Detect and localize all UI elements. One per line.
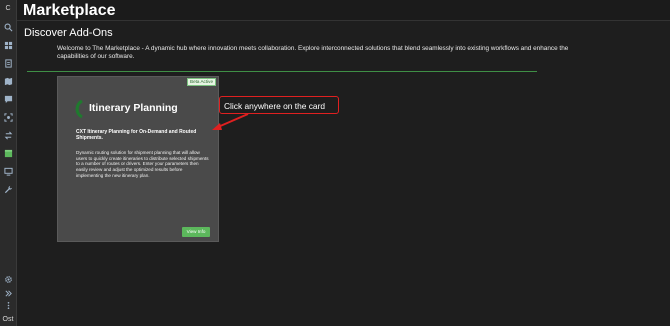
dashboard-icon[interactable] xyxy=(2,40,14,50)
card-description: Dynamic routing solution for shipment pl… xyxy=(76,150,209,178)
card-title: Itinerary Planning xyxy=(89,102,178,114)
status-badge: Beta Active xyxy=(187,78,216,86)
wrench-icon[interactable] xyxy=(2,184,14,194)
more-vertical-icon[interactable] xyxy=(2,300,14,310)
transfer-icon[interactable] xyxy=(2,130,14,140)
gear-icon[interactable] xyxy=(2,274,14,284)
message-icon[interactable] xyxy=(2,94,14,104)
document-icon[interactable] xyxy=(2,58,14,68)
view-info-button[interactable]: View Info xyxy=(182,227,210,237)
user-label-text: Ost xyxy=(2,315,14,323)
divider xyxy=(27,71,537,72)
annotation-callout: Click anywhere on the card xyxy=(219,96,339,114)
page-title: Marketplace xyxy=(23,2,116,19)
expand-icon[interactable] xyxy=(2,288,14,298)
workspace-initial-label: C xyxy=(5,4,11,12)
marketplace-icon[interactable] xyxy=(2,148,14,158)
header-bar: Marketplace xyxy=(17,0,670,21)
screen-icon[interactable] xyxy=(2,166,14,176)
map-icon[interactable] xyxy=(2,76,14,86)
workspace-initial[interactable]: C xyxy=(2,3,14,13)
itinerary-logo-icon xyxy=(75,99,83,119)
search-icon[interactable] xyxy=(2,22,14,32)
user-label[interactable]: Ost xyxy=(1,314,15,324)
card-subtitle: CXT Itinerary Planning for On-Demand and… xyxy=(76,129,197,142)
scan-icon[interactable] xyxy=(2,112,14,122)
section-title: Discover Add-Ons xyxy=(24,27,113,39)
addon-card-itinerary-planning[interactable]: Beta Active Itinerary Planning CXT Itine… xyxy=(57,76,219,242)
intro-text: Welcome to The Marketplace - A dynamic h… xyxy=(57,45,569,60)
sidebar: C Ost xyxy=(0,0,17,326)
